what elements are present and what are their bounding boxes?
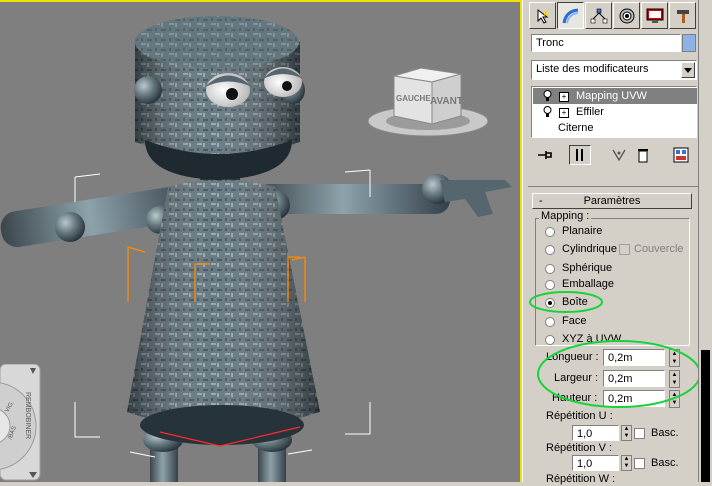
hauteur-label: Hauteur :	[552, 392, 598, 404]
largeur-spinner[interactable]: ▲ ▼	[669, 370, 680, 388]
hauteur-input[interactable]: 0,2m	[603, 390, 665, 407]
largeur-input[interactable]: 0,2m	[603, 370, 665, 387]
pointer-icon	[537, 8, 549, 24]
utilities-tab[interactable]	[669, 2, 696, 29]
expand-plus-icon[interactable]: +	[559, 92, 569, 102]
nav-wheel-rewind-label: REMBOBINER	[24, 392, 31, 440]
radio-label: Planaire	[562, 225, 603, 237]
navigation-wheel[interactable]: REMBOBINER VIG. /BAS	[0, 364, 42, 482]
hammer-icon	[676, 9, 689, 23]
rollout-header-parametres[interactable]: - Paramètres	[532, 193, 692, 209]
radio-label: Face	[562, 315, 587, 327]
checkbox-label: Couvercle	[634, 243, 684, 255]
radio-planaire[interactable]: Planaire	[545, 225, 665, 239]
stack-item-label: Effiler	[576, 106, 604, 118]
stack-item-effiler[interactable]: + Effiler	[533, 104, 697, 120]
perspective-viewport[interactable]: GAUCHE AVANT REMBOBINER VIG. /BAS	[0, 0, 522, 482]
repetition-v-spinner[interactable]: ▲ ▼	[621, 455, 632, 471]
basc-v-label: Basc.	[651, 457, 679, 469]
radio-boite[interactable]: Boîte	[545, 296, 665, 310]
collapse-minus: -	[539, 195, 543, 207]
object-name-field[interactable]: Tronc	[531, 34, 681, 52]
hauteur-spinner[interactable]: ▲ ▼	[669, 390, 680, 408]
command-panel: Tronc Liste des modificateurs + Mapping …	[528, 0, 699, 485]
radio-button[interactable]	[545, 335, 555, 345]
display-tab[interactable]	[641, 2, 668, 29]
radio-button[interactable]	[545, 227, 555, 237]
repetition-u-label: Répétition U :	[546, 410, 613, 422]
scrollbar-thumb[interactable]	[701, 350, 710, 482]
radio-label: XYZ à UVW	[562, 333, 622, 345]
pin-stack-icon[interactable]	[537, 148, 553, 165]
radio-xyz-uvw[interactable]: XYZ à UVW	[545, 333, 665, 347]
motion-tab[interactable]	[613, 2, 640, 29]
rollout-title: Paramètres	[583, 195, 641, 207]
radio-emballage[interactable]: Emballage	[545, 278, 665, 292]
dropdown-arrow-icon[interactable]	[681, 62, 695, 78]
radio-button[interactable]	[545, 280, 555, 290]
largeur-label: Largeur :	[554, 372, 599, 384]
stack-item-label: Mapping UVW	[576, 90, 647, 102]
stack-toolbar	[531, 144, 697, 166]
show-end-result-icon[interactable]	[569, 145, 591, 165]
object-color-swatch[interactable]	[682, 34, 696, 52]
remove-modifier-icon[interactable]	[637, 147, 649, 166]
configure-modifier-sets-icon[interactable]	[673, 147, 689, 166]
modify-tab[interactable]	[557, 2, 584, 29]
repetition-w-label: Répétition W :	[546, 473, 616, 485]
basc-u-checkbox[interactable]	[634, 428, 645, 439]
radio-button[interactable]	[545, 317, 555, 327]
stack-item-citerne[interactable]: Citerne	[533, 120, 697, 136]
radio-label: Cylindrique	[562, 243, 618, 255]
hierarchy-tab[interactable]	[585, 2, 612, 29]
modifier-list-dropdown[interactable]: Liste des modificateurs	[531, 60, 697, 80]
stack-item-label: Citerne	[558, 122, 594, 134]
basc-u-label: Basc.	[651, 427, 679, 439]
stack-item-mapping-uvw[interactable]: + Mapping UVW	[533, 88, 697, 104]
create-tab-pointer-icon[interactable]	[529, 2, 556, 29]
basc-v-checkbox[interactable]	[634, 458, 645, 469]
radio-button[interactable]	[545, 264, 555, 274]
modifier-stack[interactable]: + Mapping UVW + Effiler Citerne	[531, 86, 697, 138]
radio-face[interactable]: Face	[545, 315, 665, 329]
mapping-group-label: Mapping :	[539, 210, 592, 223]
radio-label: Emballage	[562, 278, 614, 290]
viewcube-front-label: AVANT	[430, 96, 463, 107]
repetition-v-input[interactable]: 1,0	[572, 455, 619, 471]
couvercle-checkbox[interactable]: Couvercle	[619, 243, 699, 257]
longueur-input[interactable]: 0,2m	[603, 349, 665, 366]
radio-spherique[interactable]: Sphérique	[545, 262, 665, 276]
radio-label: Sphérique	[562, 262, 613, 274]
radio-button[interactable]	[545, 245, 555, 255]
panel-scrollbar[interactable]	[698, 0, 712, 482]
modify-arc-icon	[562, 8, 578, 23]
longueur-spinner[interactable]: ▲ ▼	[669, 349, 680, 367]
viewcube-left-label: GAUCHE	[396, 94, 431, 103]
repetition-v-label: Répétition V :	[546, 442, 613, 454]
repetition-u-input[interactable]: 1,0	[572, 425, 619, 441]
hierarchy-icon	[590, 8, 607, 23]
viewcube[interactable]: GAUCHE AVANT	[366, 66, 494, 142]
longueur-label: Longueur :	[546, 351, 599, 363]
repetition-u-spinner[interactable]: ▲ ▼	[621, 425, 632, 441]
modifier-list-value: Liste des modificateurs	[536, 63, 649, 75]
motion-icon	[619, 8, 634, 23]
radio-label: Boîte	[562, 296, 588, 308]
checkbox[interactable]	[619, 244, 630, 255]
make-unique-icon[interactable]	[611, 148, 627, 165]
display-monitor-icon	[646, 8, 663, 23]
radio-button[interactable]	[545, 298, 555, 308]
expand-plus-icon[interactable]: +	[559, 108, 569, 118]
